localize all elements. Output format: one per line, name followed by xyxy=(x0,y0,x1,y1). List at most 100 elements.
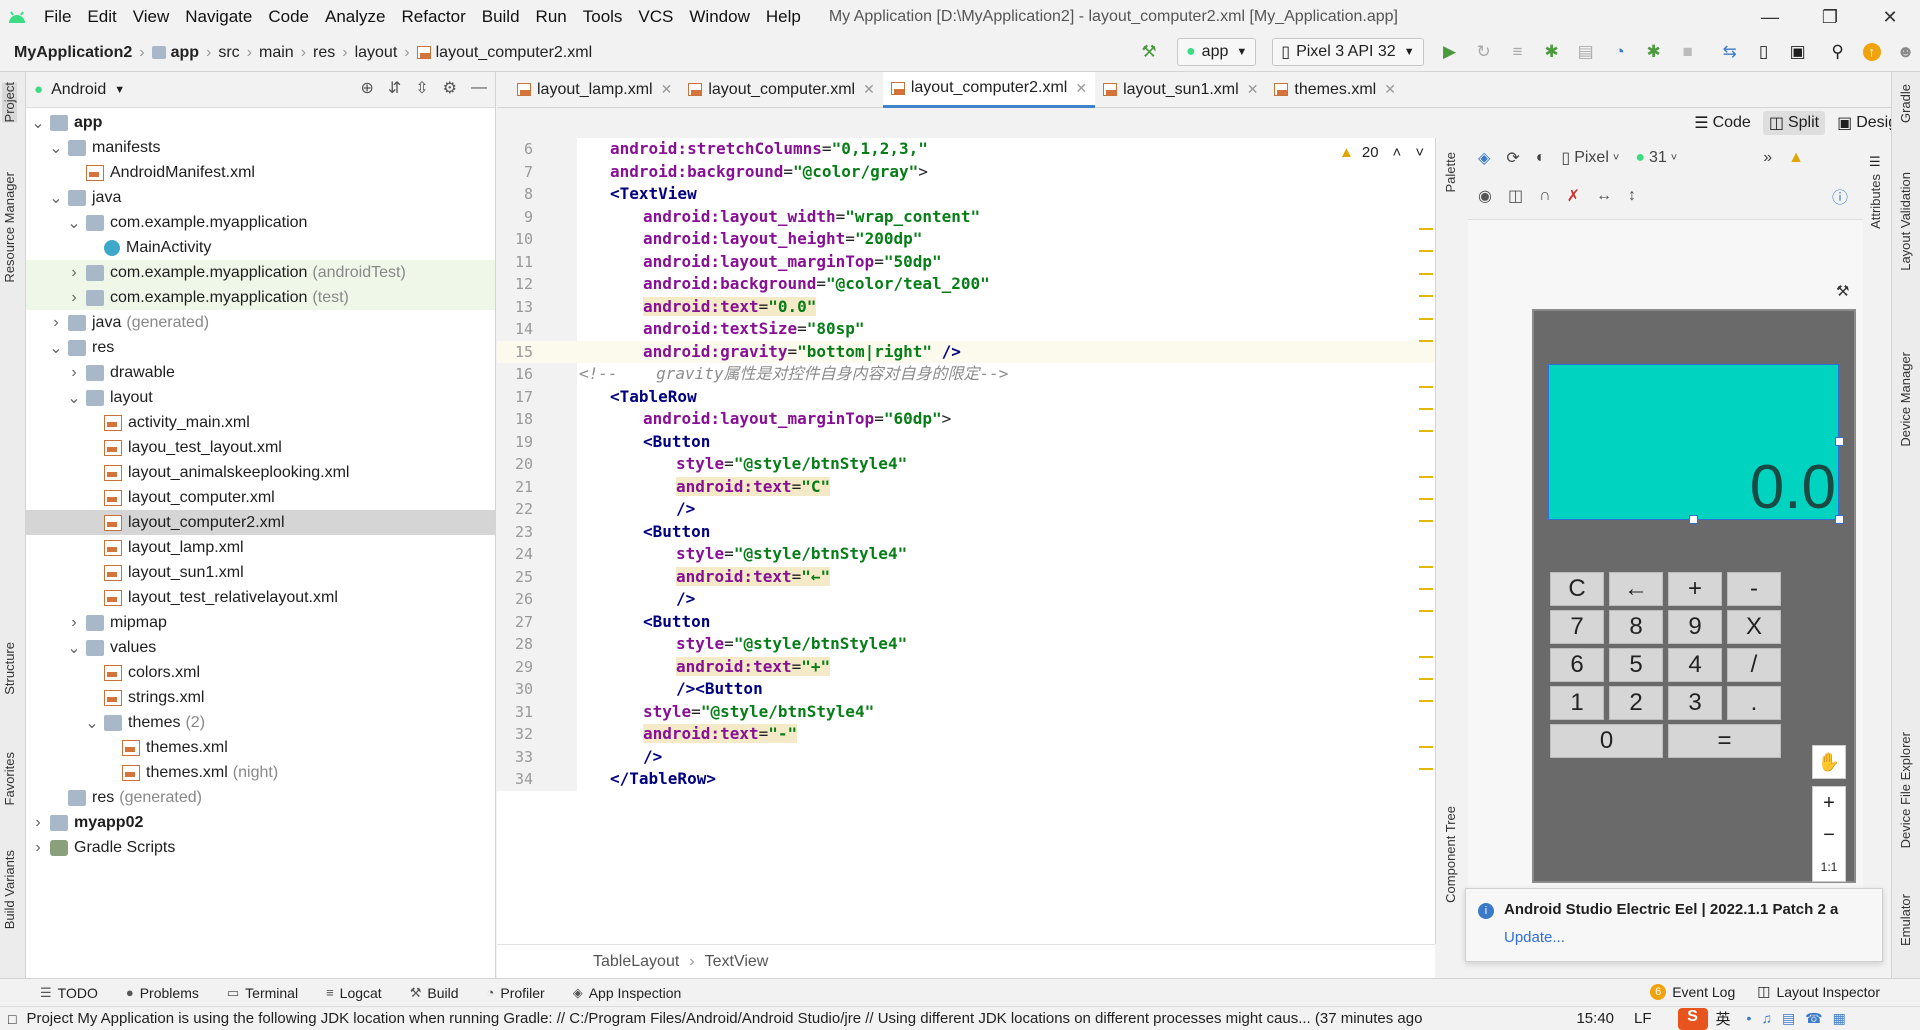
warning-stripe-mark[interactable] xyxy=(1419,498,1433,500)
tree-item[interactable]: ⌄ manifests xyxy=(26,135,495,160)
menu-tools[interactable]: Tools xyxy=(583,7,623,27)
warning-stripe-mark[interactable] xyxy=(1419,386,1433,388)
code-line[interactable]: 23 <Button xyxy=(497,521,1435,544)
split-mode-button[interactable]: ◫ Split xyxy=(1762,111,1826,135)
tree-item[interactable]: layout_sun1.xml xyxy=(26,560,495,585)
warning-stripe-mark[interactable] xyxy=(1419,678,1433,680)
pan-hand-icon[interactable]: ✋ xyxy=(1812,745,1846,779)
tab-layout-validation[interactable]: Layout Validation xyxy=(1898,172,1913,271)
textview-preview[interactable]: 0.0 xyxy=(1548,364,1839,520)
calc-key[interactable]: + xyxy=(1668,572,1722,606)
resize-handle[interactable] xyxy=(1689,515,1698,524)
calc-key[interactable]: C xyxy=(1550,572,1604,606)
chevron-right-icon[interactable]: › xyxy=(66,364,82,382)
wrench-icon[interactable]: ⚒ xyxy=(1836,282,1849,300)
tab-emulator[interactable]: Emulator xyxy=(1898,894,1913,946)
warning-stripe-mark[interactable] xyxy=(1419,656,1433,658)
collapse-all-icon[interactable]: ⇳ xyxy=(415,78,428,98)
chevron-up-icon[interactable]: ˄ xyxy=(1393,144,1402,161)
close-tab-icon[interactable]: ✕ xyxy=(1247,81,1259,98)
editor-tab[interactable]: themes.xml ✕ xyxy=(1266,72,1404,108)
code-line[interactable]: 31 style="@style/btnStyle4" xyxy=(497,701,1435,724)
tree-item[interactable]: res (generated) xyxy=(26,785,495,810)
code-editor[interactable]: 6 android:stretchColumns="0,1,2,3," 7 andro… xyxy=(497,138,1435,944)
chevron-down-icon[interactable]: ⌄ xyxy=(48,338,64,358)
horizontal-expand-icon[interactable]: ↔ xyxy=(1596,187,1612,205)
tree-item[interactable]: themes.xml xyxy=(26,735,495,760)
code-line[interactable]: 28 style="@style/btnStyle4" xyxy=(497,633,1435,656)
chevron-right-icon[interactable]: › xyxy=(66,289,82,307)
chevron-right-icon[interactable]: › xyxy=(48,314,64,332)
tree-item[interactable]: ⌄ app xyxy=(26,110,495,135)
magnet-icon[interactable]: ∩ xyxy=(1539,187,1551,205)
clear-constraints-icon[interactable]: ✗ xyxy=(1567,186,1580,206)
warning-stripe-mark[interactable] xyxy=(1419,610,1433,612)
layers-icon[interactable]: ◈ xyxy=(1478,148,1490,168)
status-square-icon[interactable]: □ xyxy=(8,1011,16,1027)
maximize-button[interactable]: ❐ xyxy=(1800,0,1860,34)
error-stripe[interactable] xyxy=(1419,138,1435,944)
tree-item[interactable]: ⌄ res xyxy=(26,335,495,360)
warning-stripe-mark[interactable] xyxy=(1419,746,1433,748)
apply-code-changes-icon[interactable]: ≡ xyxy=(1504,38,1532,66)
code-line[interactable]: 26 /> xyxy=(497,588,1435,611)
code-line[interactable]: 29 android:text="+" xyxy=(497,656,1435,679)
menu-analyze[interactable]: Analyze xyxy=(325,7,385,27)
close-tab-icon[interactable]: ✕ xyxy=(863,81,875,98)
warning-stripe-mark[interactable] xyxy=(1419,250,1433,252)
calc-key[interactable]: X xyxy=(1727,610,1781,644)
expand-all-icon[interactable]: ⇵ xyxy=(388,78,401,98)
code-line[interactable]: 33 /> xyxy=(497,746,1435,769)
tab-build-variants[interactable]: Build Variants xyxy=(2,850,17,929)
locate-icon[interactable]: ⊕ xyxy=(360,78,373,98)
sdk-manager-icon[interactable]: ▣ xyxy=(1784,38,1812,66)
tree-item[interactable]: AndroidManifest.xml xyxy=(26,160,495,185)
chevron-down-icon[interactable]: ⌄ xyxy=(66,213,82,233)
run-config-selector[interactable]: ● app ▼ xyxy=(1177,38,1257,66)
calc-key[interactable]: ← xyxy=(1609,572,1663,606)
warning-stripe-mark[interactable] xyxy=(1419,768,1433,770)
attach-debugger-icon[interactable]: ✱ xyxy=(1640,38,1668,66)
tab-device-manager[interactable]: Device Manager xyxy=(1898,352,1913,447)
tool-terminal[interactable]: ▭ Terminal xyxy=(227,985,298,1001)
code-line[interactable]: 18 android:layout_marginTop="60dp"> xyxy=(497,408,1435,431)
gear-icon[interactable]: ⚙ xyxy=(443,78,457,98)
code-line[interactable]: 12 android:background="@color/teal_200" xyxy=(497,273,1435,296)
tree-item[interactable]: layou_test_layout.xml xyxy=(26,435,495,460)
view-selector[interactable]: Android xyxy=(51,81,106,99)
tree-item[interactable]: ⌄ com.example.myapplication xyxy=(26,210,495,235)
event-log-button[interactable]: 6 Event Log xyxy=(1650,983,1735,1000)
tree-item[interactable]: strings.xml xyxy=(26,685,495,710)
tree-item[interactable]: layout_lamp.xml xyxy=(26,535,495,560)
code-line[interactable]: 14 android:textSize="80sp" xyxy=(497,318,1435,341)
tab-component-tree[interactable]: Component Tree xyxy=(1443,806,1458,903)
chevron-right-icon[interactable]: › xyxy=(66,614,82,632)
line-separator[interactable]: LF xyxy=(1634,1010,1652,1027)
tree-item[interactable]: › com.example.myapplication (androidTest) xyxy=(26,260,495,285)
code-line[interactable]: 30 /><Button xyxy=(497,678,1435,701)
tree-item[interactable]: › com.example.myapplication (test) xyxy=(26,285,495,310)
menu-edit[interactable]: Edit xyxy=(87,7,116,27)
tree-item[interactable]: › myapp02 xyxy=(26,810,495,835)
tree-item[interactable]: ⌄ java xyxy=(26,185,495,210)
tab-project[interactable]: Project xyxy=(2,82,17,123)
menu-window[interactable]: Window xyxy=(689,7,749,27)
breadcrumb-item[interactable]: src xyxy=(218,44,239,62)
help-icon[interactable]: ⓘ xyxy=(1832,184,1848,208)
eye-icon[interactable]: ◉ xyxy=(1478,186,1492,206)
profile-icon[interactable]: ◔ xyxy=(1606,38,1634,66)
caret-position[interactable]: 15:40 xyxy=(1576,1010,1614,1027)
warning-stripe-mark[interactable] xyxy=(1419,588,1433,590)
apply-changes-icon[interactable]: ↻ xyxy=(1470,38,1498,66)
tab-gradle[interactable]: Gradle xyxy=(1898,84,1913,123)
tool-app-inspection[interactable]: ◈ App Inspection xyxy=(573,985,682,1001)
resize-handle[interactable] xyxy=(1835,437,1844,446)
tree-item[interactable]: ⌄ themes (2) xyxy=(26,710,495,735)
warning-stripe-mark[interactable] xyxy=(1419,295,1433,297)
update-icon[interactable]: ↑ xyxy=(1858,38,1886,66)
warning-stripe-mark[interactable] xyxy=(1419,476,1433,478)
blueprint-icon[interactable]: ◫ xyxy=(1508,186,1523,206)
breadcrumb-item[interactable]: main xyxy=(259,44,294,62)
code-line[interactable]: 25 android:text="←" xyxy=(497,566,1435,589)
tree-item[interactable]: colors.xml xyxy=(26,660,495,685)
